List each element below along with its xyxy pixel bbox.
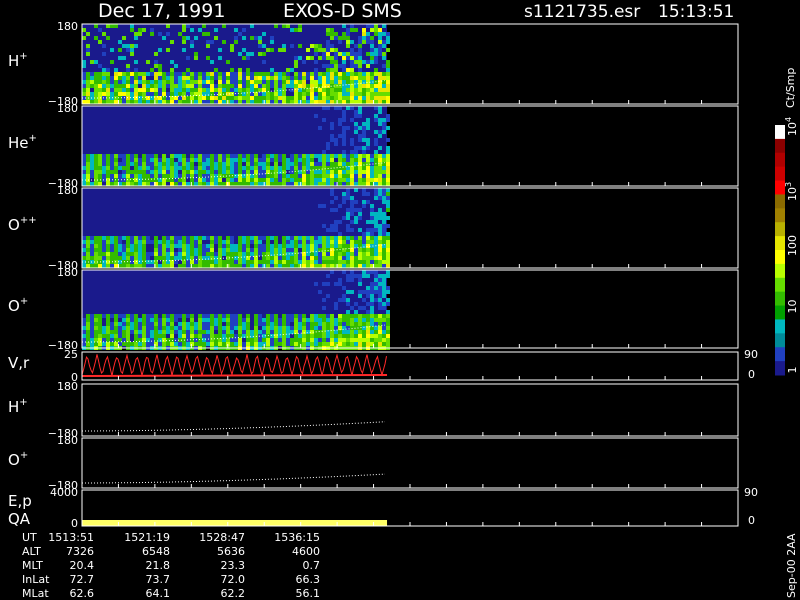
panel-4: 250900V,r	[8, 348, 758, 384]
panel-label: V,r	[8, 354, 30, 372]
y-max-label: 180	[57, 184, 78, 197]
right-min-label: 0	[748, 514, 755, 527]
panel-1: 180−180He+	[8, 102, 739, 190]
colorbar-segment	[775, 250, 785, 265]
plot-filename: s1121735.esr	[524, 2, 640, 22]
ephemeris-value: 72.0	[221, 573, 246, 586]
panel-6: 180−180O+	[8, 434, 739, 492]
plot-mission: EXOS-D SMS	[283, 0, 402, 22]
panel-label: He+	[8, 133, 37, 152]
panel-label: O++	[8, 215, 37, 234]
colorbar-segment	[775, 152, 785, 168]
ephemeris-value: 23.3	[221, 559, 246, 572]
ephemeris-value: 6548	[142, 545, 170, 558]
ephemeris-name: InLat	[22, 573, 50, 586]
ephemeris-value: 1528:47	[199, 531, 245, 544]
title-bar: Dec 17, 1991 EXOS-D SMS s1121735.esr 15:…	[98, 0, 734, 22]
ephemeris-name: MLT	[22, 559, 43, 572]
ephemeris-value: 73.7	[146, 573, 171, 586]
line-trace	[82, 421, 386, 432]
colorbar-tick: 104	[784, 117, 799, 136]
ephemeris-value: 66.3	[296, 573, 321, 586]
y-max-label: 180	[57, 266, 78, 279]
panel-0: 180−180H+	[8, 20, 739, 108]
ephemeris-name: ALT	[22, 545, 41, 558]
colorbar-segment	[775, 236, 785, 251]
panel-label-2: QA	[8, 510, 31, 528]
colorbar-segment	[775, 305, 785, 320]
ephemeris-value: 1521:19	[124, 531, 170, 544]
ephemeris-value: 56.1	[296, 587, 321, 600]
colorbar-segment	[775, 347, 785, 362]
colorbar-segment	[775, 333, 785, 348]
colorbar-segment	[775, 166, 785, 182]
colorbar-segment	[775, 361, 785, 376]
panel-label: E,p	[8, 492, 32, 510]
colorbar-tick: 10	[786, 300, 799, 314]
panel-frame	[81, 383, 739, 437]
radius-trace	[81, 374, 388, 377]
velocity-trace	[81, 353, 387, 378]
y-max-label: 180	[57, 380, 78, 393]
colorbar-tick: 100	[786, 235, 799, 256]
y-max-label: 4000	[50, 486, 78, 499]
y-max-label: 180	[57, 102, 78, 115]
ephemeris-value: 1513:51	[48, 531, 94, 544]
panel-label: H+	[8, 397, 28, 416]
ephemeris-value: 20.4	[70, 559, 95, 572]
colorbar-tick: 103	[784, 182, 799, 201]
ephemeris-value: 62.6	[70, 587, 95, 600]
plot-time: 15:13:51	[658, 2, 734, 22]
colorbar-unit: Ct/Smp	[784, 68, 797, 108]
plot-date: Dec 17, 1991	[98, 0, 225, 22]
colorbar-segment	[775, 125, 785, 140]
y-max-label: 25	[64, 348, 78, 361]
ephemeris-table: UT 1513:51 1521:19 1528:47 1536:15 ALT 7326 654…	[22, 531, 320, 600]
ephemeris-value: 21.8	[146, 559, 171, 572]
line-trace	[82, 473, 386, 484]
colorbar-segment	[775, 194, 785, 209]
colorbar-tick: 1	[786, 367, 799, 374]
ephemeris-name: MLat	[22, 587, 49, 600]
panel-5: 180−180H+	[8, 380, 739, 440]
colorbar-segment	[775, 277, 785, 293]
colorbar-segment	[775, 222, 785, 237]
footer-stamp: Sep-00 2AA	[785, 533, 798, 598]
colorbar: Ct/Smp 104 103 100 10 1	[775, 68, 799, 376]
ephemeris-value: 7326	[66, 545, 94, 558]
y-max-label: 180	[57, 434, 78, 447]
panel-label: O+	[8, 296, 28, 315]
ephemeris-value: 62.2	[221, 587, 246, 600]
ephemeris-value: 72.7	[70, 573, 95, 586]
colorbar-segment	[775, 138, 785, 154]
panel-label: O+	[8, 450, 28, 469]
colorbar-segment	[775, 208, 785, 223]
ephemeris-value: 5636	[217, 545, 245, 558]
panel-2: 180−180O++	[8, 184, 739, 272]
ephemeris-value: 64.1	[146, 587, 171, 600]
ephemeris-name: UT	[22, 531, 37, 544]
y-min-label: 0	[71, 517, 78, 530]
y-max-label: 180	[57, 20, 78, 33]
panel-3: 180−180O+	[8, 266, 739, 352]
right-max-label: 90	[744, 348, 758, 361]
colorbar-segment	[775, 291, 785, 307]
ephemeris-value: 1536:15	[274, 531, 320, 544]
ephemeris-value: 0.7	[303, 559, 321, 572]
colorbar-segment	[775, 263, 785, 279]
right-min-label: 0	[748, 368, 755, 381]
panel-label: H+	[8, 51, 28, 70]
sms-summary-plot: Dec 17, 1991 EXOS-D SMS s1121735.esr 15:…	[8, 0, 799, 600]
qa-bar	[82, 520, 388, 526]
panel-stack: 180−180H+180−180He+180−180O++180−180O+25…	[8, 20, 758, 530]
panel-7: 4000 0 90 0 E,pQA	[8, 486, 758, 530]
colorbar-segment	[775, 319, 785, 334]
panel-frame	[81, 437, 739, 489]
ephemeris-value: 4600	[292, 545, 320, 558]
right-max-label: 90	[744, 486, 758, 499]
